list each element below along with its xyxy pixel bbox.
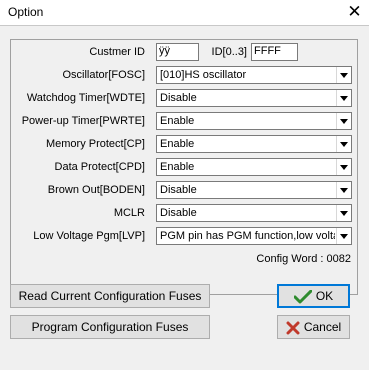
powerup-select[interactable]: Enable <box>156 112 352 130</box>
oscillator-select[interactable]: [010]HS oscillator <box>156 66 352 84</box>
memory-protect-value: Enable <box>160 138 195 150</box>
brown-out-value: Disable <box>160 184 197 196</box>
customer-id-label: Custmer ID <box>89 46 145 58</box>
chevron-down-icon[interactable] <box>336 67 351 83</box>
chevron-down-icon[interactable] <box>336 136 351 152</box>
program-fuses-button[interactable]: Program Configuration Fuses <box>10 315 210 339</box>
data-protect-select[interactable]: Enable <box>156 158 352 176</box>
powerup-value: Enable <box>160 115 195 127</box>
config-word: Config Word : 0082 <box>256 253 351 265</box>
id-range-input[interactable]: FFFF <box>251 43 298 61</box>
mclr-label: MCLR <box>113 207 145 219</box>
program-fuses-label: Program Configuration Fuses <box>31 320 189 334</box>
lvp-select[interactable]: PGM pin has PGM function,low voltage <box>156 227 352 245</box>
read-fuses-label: Read Current Configuration Fuses <box>18 289 202 303</box>
lvp-label: Low Voltage Pgm[LVP] <box>33 230 145 242</box>
chevron-down-icon[interactable] <box>336 228 351 244</box>
memory-protect-label: Memory Protect[CP] <box>45 138 145 150</box>
check-icon <box>293 289 312 304</box>
window-title: Option <box>8 5 44 19</box>
cancel-label: Cancel <box>303 320 342 334</box>
watchdog-label: Watchdog Timer[WDTE] <box>26 92 145 104</box>
data-protect-value: Enable <box>160 161 195 173</box>
oscillator-label: Oscillator[FOSC] <box>62 69 145 81</box>
chevron-down-icon[interactable] <box>336 90 351 106</box>
read-fuses-button[interactable]: Read Current Configuration Fuses <box>10 284 210 308</box>
title-bar: Option ✕ <box>0 0 369 25</box>
mclr-value: Disable <box>160 207 197 219</box>
ok-button[interactable]: OK <box>277 284 350 308</box>
ok-label: OK <box>315 289 334 303</box>
chevron-down-icon[interactable] <box>336 182 351 198</box>
mclr-select[interactable]: Disable <box>156 204 352 222</box>
lvp-value: PGM pin has PGM function,low voltage <box>160 230 335 242</box>
data-protect-label: Data Protect[CPD] <box>54 161 145 173</box>
memory-protect-select[interactable]: Enable <box>156 135 352 153</box>
oscillator-value: [010]HS oscillator <box>160 69 247 81</box>
powerup-label: Power-up Timer[PWRTE] <box>21 115 145 127</box>
watchdog-select[interactable]: Disable <box>156 89 352 107</box>
dialog-body: Custmer ID ÿÿ ID[0..3] FFFF Oscillator[F… <box>0 25 369 370</box>
close-icon[interactable]: ✕ <box>340 0 369 25</box>
brown-out-label: Brown Out[BODEN] <box>47 184 145 196</box>
config-group: Custmer ID ÿÿ ID[0..3] FFFF Oscillator[F… <box>10 39 358 295</box>
option-dialog: Option ✕ Custmer ID ÿÿ ID[0..3] FFFF Osc… <box>0 0 369 370</box>
watchdog-value: Disable <box>160 92 197 104</box>
brown-out-select[interactable]: Disable <box>156 181 352 199</box>
chevron-down-icon[interactable] <box>336 205 351 221</box>
chevron-down-icon[interactable] <box>336 159 351 175</box>
id-range-label: ID[0..3] <box>211 46 247 58</box>
cancel-button[interactable]: Cancel <box>277 315 350 339</box>
x-icon <box>286 321 300 335</box>
chevron-down-icon[interactable] <box>336 113 351 129</box>
